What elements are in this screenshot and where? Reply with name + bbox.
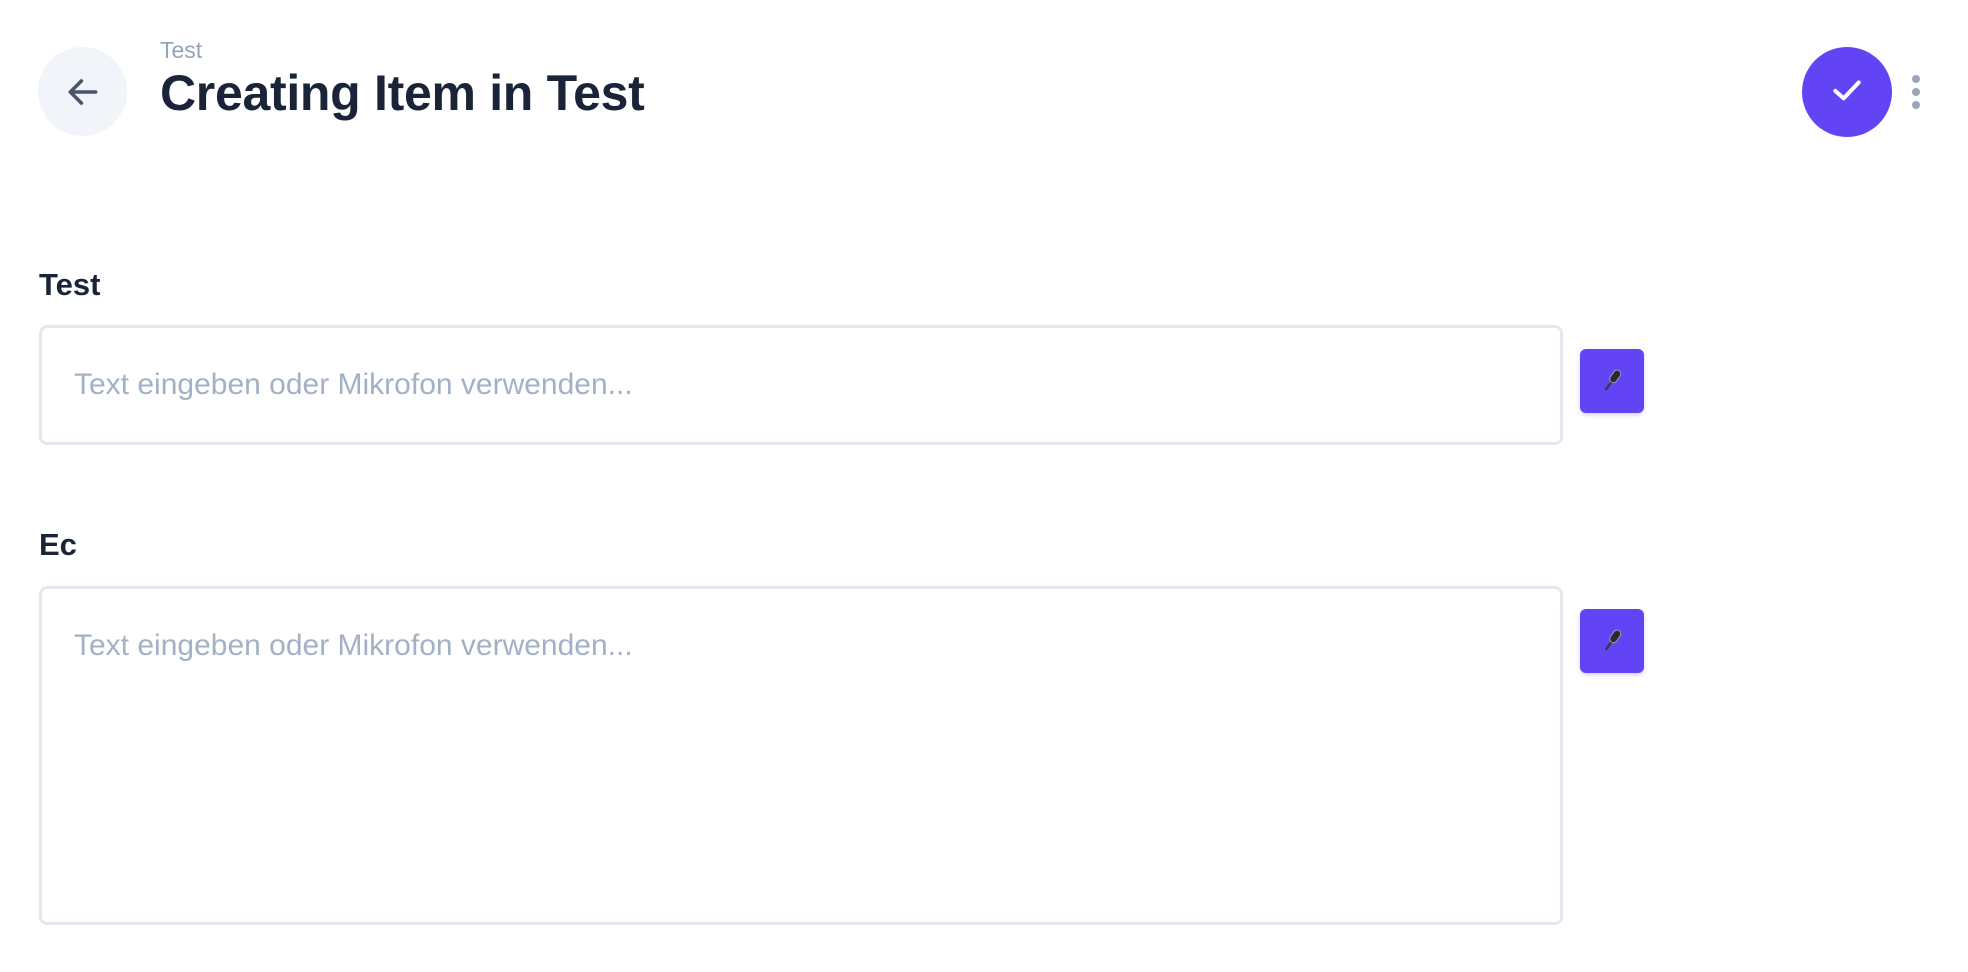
ec-textarea[interactable] — [39, 586, 1563, 925]
test-mic-button[interactable] — [1580, 349, 1644, 413]
arrow-left-icon — [64, 73, 102, 111]
microphone-icon — [1597, 626, 1627, 656]
create-item-page: Test Creating Item in Test Test Ec — [0, 0, 1968, 972]
more-vertical-icon — [1912, 75, 1920, 83]
breadcrumb: Test — [160, 37, 203, 63]
field-label-test: Test — [39, 267, 101, 302]
page-title: Creating Item in Test — [160, 65, 645, 121]
back-button[interactable] — [38, 47, 127, 136]
microphone-icon — [1597, 366, 1627, 396]
save-button[interactable] — [1802, 47, 1892, 137]
ec-mic-button[interactable] — [1580, 609, 1644, 673]
check-icon — [1827, 70, 1867, 115]
field-label-ec: Ec — [39, 527, 77, 562]
more-options-button[interactable] — [1904, 72, 1928, 112]
test-input[interactable] — [39, 325, 1563, 445]
